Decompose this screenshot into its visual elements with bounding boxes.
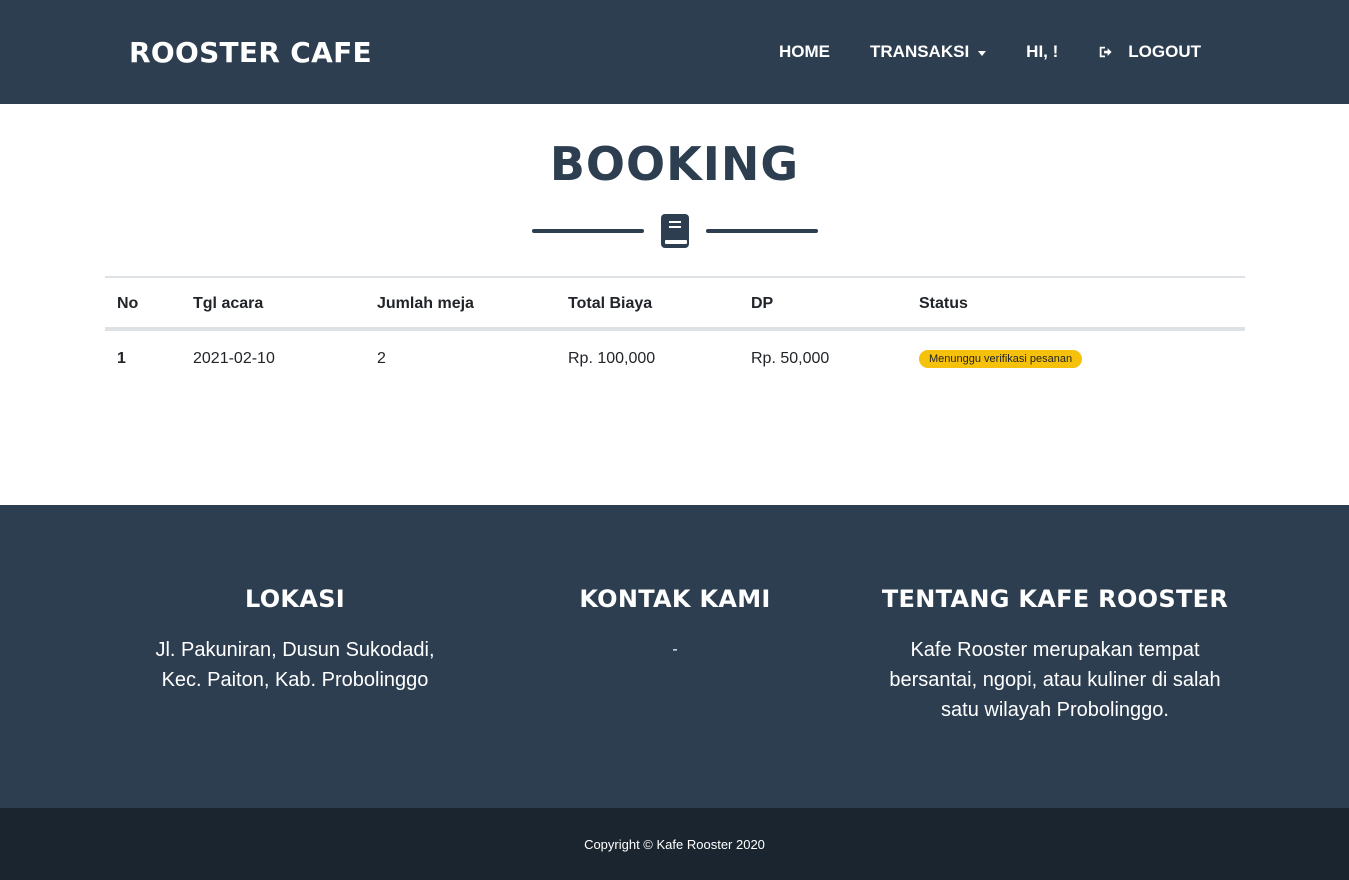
col-status: Status [907, 276, 1245, 331]
footer-lokasi-heading: LOKASI [244, 585, 346, 613]
footer-tentang: TENTANG KAFE ROOSTER Kafe Rooster merupa… [865, 585, 1245, 808]
main-nav: HOME TRANSAKSI HI, ! LOGOUT [779, 42, 1201, 62]
navbar: ROOSTER CAFE HOME TRANSAKSI HI, ! LOGOUT [0, 0, 1349, 104]
table-row: 1 2021-02-10 2 Rp. 100,000 Rp. 50,000 Me… [105, 329, 1245, 386]
nav-home-label: HOME [779, 42, 830, 61]
main-content: BOOKING No Tgl acara Jumlah meja Total B… [0, 104, 1349, 505]
copyright-text: Copyright © Kafe Rooster 2020 [584, 836, 765, 852]
divider-line-left [531, 229, 644, 233]
divider-line-right [705, 229, 818, 233]
col-no: No [105, 276, 181, 331]
nav-logout-label: LOGOUT [1128, 42, 1201, 61]
table-header-row: No Tgl acara Jumlah meja Total Biaya DP … [105, 276, 1245, 331]
footer-lokasi: LOKASI Jl. Pakuniran, Dusun Sukodadi, Ke… [105, 585, 485, 808]
nav-logout[interactable]: LOGOUT [1098, 42, 1201, 62]
col-total-biaya: Total Biaya [556, 276, 739, 331]
nav-greeting-label: HI, ! [1026, 42, 1059, 61]
footer-kontak-heading: KONTAK KAMI [579, 585, 771, 613]
footer-kontak: KONTAK KAMI - [485, 585, 865, 808]
brand-logo[interactable]: ROOSTER CAFE [129, 36, 372, 69]
cell-total-biaya: Rp. 100,000 [568, 349, 656, 367]
book-icon [660, 214, 689, 248]
nav-transaksi-label: TRANSAKSI [870, 42, 970, 61]
col-dp: DP [739, 276, 907, 331]
nav-transaksi-dropdown[interactable]: TRANSAKSI [870, 42, 987, 62]
nav-user-greeting[interactable]: HI, ! [1026, 42, 1058, 62]
status-badge: Menunggu verifikasi pesanan [919, 350, 1083, 368]
footer-lokasi-line2: Kec. Paiton, Kab. Probolinggo [161, 669, 429, 691]
cell-tgl-acara: 2021-02-10 [193, 349, 275, 367]
cell-jumlah-meja: 2 [377, 349, 386, 367]
col-jumlah-meja: Jumlah meja [365, 276, 556, 331]
title-divider [0, 214, 1349, 248]
booking-table: No Tgl acara Jumlah meja Total Biaya DP … [105, 276, 1245, 386]
page-title: BOOKING [549, 137, 800, 191]
nav-home[interactable]: HOME [779, 42, 830, 62]
sign-out-icon [1100, 46, 1112, 58]
cell-status: Menunggu verifikasi pesanan [907, 329, 1245, 386]
footer-kontak-text: - [672, 641, 678, 658]
cell-no: 1 [117, 349, 126, 367]
caret-down-icon [978, 50, 987, 56]
footer-lokasi-line1: Jl. Pakuniran, Dusun Sukodadi, [155, 639, 435, 661]
footer-tentang-text: Kafe Rooster merupakan tempat bersantai,… [889, 639, 1221, 721]
footer-tentang-heading: TENTANG KAFE ROOSTER [881, 585, 1229, 613]
col-tgl-acara: Tgl acara [181, 276, 365, 331]
copyright-bar: Copyright © Kafe Rooster 2020 [0, 808, 1349, 880]
footer: LOKASI Jl. Pakuniran, Dusun Sukodadi, Ke… [0, 505, 1349, 808]
cell-dp: Rp. 50,000 [751, 349, 830, 367]
